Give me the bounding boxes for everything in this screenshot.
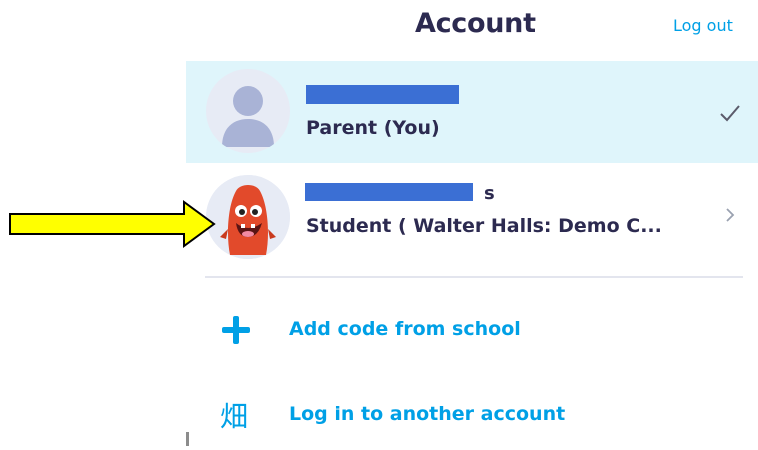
add-code-label: Add code from school bbox=[289, 318, 521, 340]
redacted-name bbox=[306, 85, 459, 104]
account-role: Parent (You) bbox=[306, 117, 440, 139]
plus-icon bbox=[220, 314, 252, 346]
checkmark-icon bbox=[718, 101, 742, 125]
scrollbar-edge bbox=[186, 432, 189, 446]
account-row-student[interactable]: s Student ( Walter Halls: Demo C... bbox=[186, 163, 758, 273]
login-another-label: Log in to another account bbox=[289, 403, 566, 425]
add-code-button[interactable]: Add code from school bbox=[186, 306, 758, 356]
account-name-suffix: s bbox=[484, 183, 495, 204]
account-role: Student ( Walter Halls: Demo C... bbox=[306, 215, 662, 237]
chevron-right-icon bbox=[724, 207, 736, 223]
page-title: Account bbox=[415, 8, 536, 39]
login-another-account-button[interactable]: 畑 Log in to another account bbox=[186, 391, 758, 441]
yellow-arrow-icon bbox=[9, 200, 216, 248]
kanji-icon: 畑 bbox=[220, 400, 249, 433]
account-row-parent[interactable]: Parent (You) bbox=[186, 61, 758, 163]
red-monster-avatar bbox=[206, 175, 290, 259]
logout-link[interactable]: Log out bbox=[673, 16, 733, 35]
redacted-name bbox=[305, 183, 473, 201]
divider bbox=[205, 276, 743, 278]
person-silhouette-icon bbox=[206, 69, 290, 153]
